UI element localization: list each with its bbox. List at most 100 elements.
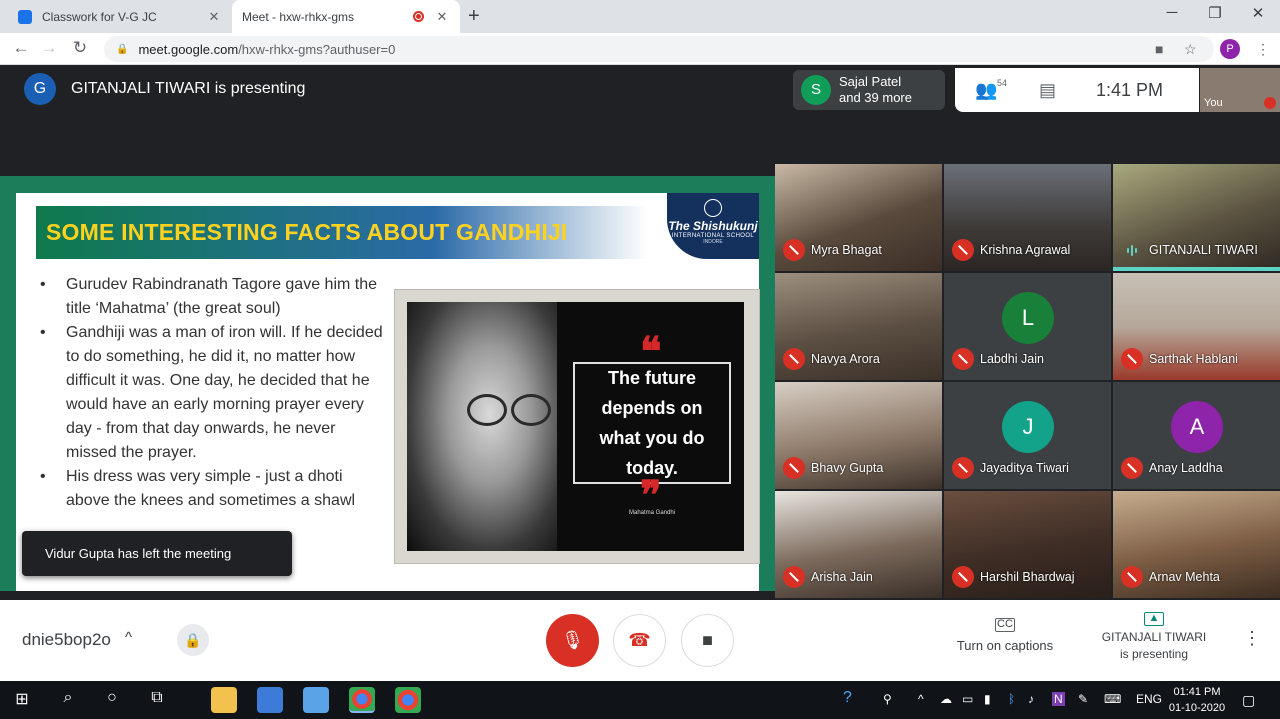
url-host: meet.google.com xyxy=(138,41,239,57)
forward-icon[interactable]: → xyxy=(38,38,60,58)
captions-icon: CC xyxy=(995,618,1015,632)
tab-title: Classwork for V-G JC xyxy=(42,9,157,24)
profile-avatar[interactable]: P xyxy=(1220,39,1240,59)
participant-name: Harshil Bhardwaj xyxy=(980,570,1075,584)
browser-menu-icon[interactable]: ⋮ xyxy=(1256,41,1270,58)
tab-classwork[interactable]: Classwork for V-G JC ✕ xyxy=(8,0,232,33)
unmute-button[interactable]: 🎙 xyxy=(546,614,599,667)
muted-mic-icon xyxy=(783,239,805,261)
school-city: INDORE xyxy=(703,239,723,245)
close-tab-icon[interactable]: ✕ xyxy=(434,9,450,25)
participant-tile[interactable]: Bhavy Gupta xyxy=(775,382,942,489)
bluetooth-icon[interactable]: ᛒ xyxy=(1008,692,1015,706)
other-participants-chip[interactable]: S Sajal Patel and 39 more xyxy=(793,70,945,110)
school-emblem-icon xyxy=(704,199,722,217)
bookmark-star-icon[interactable]: ☆ xyxy=(1184,41,1197,58)
task-view-icon[interactable]: ⧉ xyxy=(145,689,169,707)
participant-tile[interactable]: Myra Bhagat xyxy=(775,164,942,271)
camera-permission-icon[interactable]: ■ xyxy=(1155,41,1163,57)
search-icon[interactable]: ⌕ xyxy=(56,689,80,707)
minimize-icon[interactable]: ─ xyxy=(1160,4,1184,21)
window-close-icon[interactable]: ✕ xyxy=(1246,4,1270,22)
reload-icon[interactable]: ↻ xyxy=(69,38,91,58)
people-icon: 👥 xyxy=(975,79,998,100)
captions-button[interactable]: CC Turn on captions xyxy=(950,618,1060,653)
close-tab-icon[interactable]: ✕ xyxy=(206,9,222,25)
self-view-tile[interactable]: You xyxy=(1200,68,1280,112)
participant-tile[interactable]: Krishna Agrawal xyxy=(944,164,1111,271)
participant-name: Myra Bhagat xyxy=(811,243,882,257)
muted-mic-icon xyxy=(1121,566,1143,588)
chat-icon[interactable]: ▤ xyxy=(1039,80,1056,101)
notifications-icon[interactable]: ▢ xyxy=(1242,692,1255,709)
help-icon[interactable]: ? xyxy=(843,689,852,707)
participant-tile[interactable]: Arnav Mehta xyxy=(1113,491,1280,598)
keyboard-icon[interactable]: ⌨ xyxy=(1104,692,1121,706)
participant-tile[interactable]: Navya Arora xyxy=(775,273,942,380)
meeting-controls-bar: dnie5bop2o ^ 🔒 🎙 ☎ ■ CC Turn on captions… xyxy=(0,600,1280,681)
others-line-1: Sajal Patel xyxy=(839,74,902,89)
tray-chevron-icon[interactable]: ^ xyxy=(918,692,924,706)
camera-icon: ■ xyxy=(702,630,713,650)
participant-avatar: J xyxy=(1002,401,1054,453)
muted-mic-icon xyxy=(952,239,974,261)
taskbar-clock[interactable]: 01:41 PM 01-10-2020 xyxy=(1168,684,1226,716)
battery-icon[interactable]: ▮ xyxy=(984,692,991,706)
participant-tile[interactable]: Arisha Jain xyxy=(775,491,942,598)
language-indicator[interactable]: ENG xyxy=(1136,692,1162,706)
participant-tile[interactable]: J Jayaditya Tiwari xyxy=(944,382,1111,489)
network-icon[interactable]: ▭ xyxy=(962,692,973,706)
people-button[interactable]: 👥 54 xyxy=(975,78,1011,101)
presentation-slide: SOME INTERESTING FACTS ABOUT GANDHIJI Th… xyxy=(0,176,775,591)
camera-button[interactable]: ■ xyxy=(681,614,734,667)
lock-icon: 🔒 xyxy=(116,43,129,55)
people-icon[interactable]: ⚲ xyxy=(883,692,892,706)
tab-title: Meet - hxw-rhkx-gms xyxy=(242,9,355,24)
security-shield-icon[interactable]: 🔒 xyxy=(177,624,209,656)
muted-mic-icon xyxy=(783,348,805,370)
bullet-item: Gandhiji was a man of iron will. If he d… xyxy=(38,321,383,465)
store-icon[interactable] xyxy=(257,687,283,713)
participant-tile[interactable]: Sarthak Hablani xyxy=(1113,273,1280,380)
cortana-icon[interactable]: ○ xyxy=(100,689,124,707)
captions-label: Turn on captions xyxy=(956,638,1054,653)
participant-avatar: A xyxy=(1171,401,1223,453)
glasses-graphic xyxy=(467,394,557,426)
more-options-icon[interactable]: ⋮ xyxy=(1243,628,1261,649)
meeting-details-button[interactable]: dnie5bop2o xyxy=(22,630,111,650)
chevron-up-icon[interactable]: ^ xyxy=(125,629,132,646)
participant-name: Krishna Agrawal xyxy=(980,243,1071,257)
participant-tile[interactable]: L Labdhi Jain xyxy=(944,273,1111,380)
windows-start-icon[interactable]: ⊞ xyxy=(10,689,34,709)
pen-icon[interactable]: ✎ xyxy=(1078,692,1088,706)
file-explorer-icon[interactable] xyxy=(211,687,237,713)
address-bar[interactable]: 🔒 meet.google.com /hxw-rhkx-gms?authuser… xyxy=(104,36,1214,62)
participant-tile[interactable]: A Anay Laddha xyxy=(1113,382,1280,489)
onenote-icon[interactable]: N xyxy=(1052,692,1065,706)
others-avatar: S xyxy=(801,75,831,105)
back-icon[interactable]: ← xyxy=(10,38,32,58)
others-line-2: and 39 more xyxy=(839,90,912,105)
participant-tile[interactable]: GITANJALI TIWARI xyxy=(1113,164,1280,271)
restore-icon[interactable]: ❐ xyxy=(1203,4,1227,22)
leave-call-button[interactable]: ☎ xyxy=(613,614,666,667)
bullet-item: Gurudev Rabindranath Tagore gave him the… xyxy=(38,273,383,321)
participant-tile[interactable]: Harshil Bhardwaj xyxy=(944,491,1111,598)
onedrive-icon[interactable]: ☁ xyxy=(940,692,952,706)
participant-name: Labdhi Jain xyxy=(980,352,1044,366)
presenting-text: GITANJALI TIWARI is presenting xyxy=(71,80,306,97)
quote-box: The future depends on what you do today. xyxy=(573,362,731,484)
slide-title-banner: SOME INTERESTING FACTS ABOUT GANDHIJI xyxy=(36,206,648,259)
tab-meet[interactable]: Meet - hxw-rhkx-gms ✕ xyxy=(232,0,460,80)
participant-name: Arnav Mehta xyxy=(1149,570,1220,584)
present-status-button[interactable]: ▲ GITANJALI TIWARI is presenting xyxy=(1095,612,1213,663)
new-tab-icon[interactable]: + xyxy=(468,5,480,28)
participant-name: GITANJALI TIWARI xyxy=(1149,243,1258,257)
muted-mic-icon xyxy=(783,457,805,479)
chrome-icon[interactable] xyxy=(349,687,375,713)
volume-icon[interactable]: ♪ xyxy=(1028,692,1034,706)
participant-name: Anay Laddha xyxy=(1149,461,1223,475)
app-icon[interactable] xyxy=(303,687,329,713)
chrome-profile-icon[interactable] xyxy=(395,687,421,713)
hang-up-icon: ☎ xyxy=(628,630,651,650)
